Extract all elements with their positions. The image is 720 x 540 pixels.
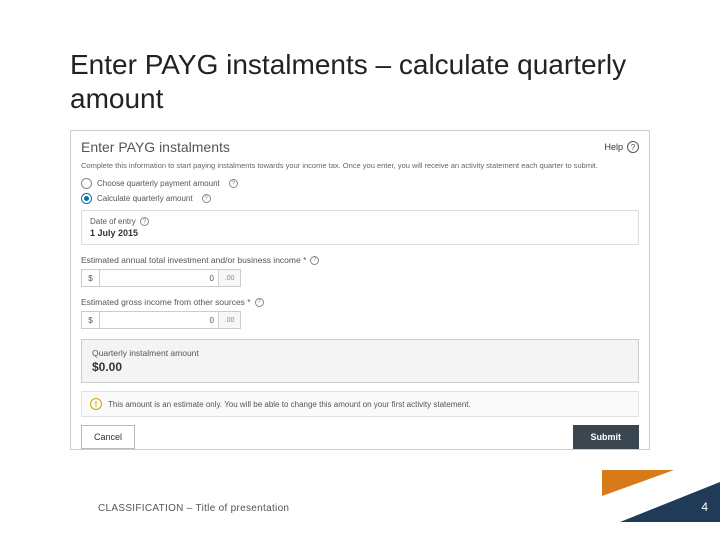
other-income-input[interactable] [99, 311, 219, 329]
help-link[interactable]: Help ? [604, 141, 639, 153]
date-of-entry-label: Date of entry ? [90, 217, 630, 226]
radio-calculate-amount[interactable]: Calculate quarterly amount ? [81, 193, 639, 204]
date-of-entry-block: Date of entry ? 1 July 2015 [81, 210, 639, 245]
radio-choose-amount[interactable]: Choose quarterly payment amount ? [81, 178, 639, 189]
slide-title: Enter PAYG instalments – calculate quart… [70, 48, 630, 115]
result-value: $0.00 [92, 360, 628, 374]
panel-title: Enter PAYG instalments [81, 139, 230, 155]
currency-symbol: $ [81, 269, 99, 287]
corner-decoration: 4 [600, 470, 720, 522]
currency-symbol: $ [81, 311, 99, 329]
note-text: This amount is an estimate only. You wil… [108, 400, 471, 409]
page-number: 4 [701, 500, 708, 514]
panel-footer: Cancel Submit [81, 425, 639, 449]
cancel-button[interactable]: Cancel [81, 425, 135, 449]
currency-cents: .00 [219, 269, 241, 287]
radio-label: Calculate quarterly amount [97, 194, 193, 203]
payg-panel: Enter PAYG instalments Help ? Complete t… [70, 130, 650, 450]
help-label: Help [604, 142, 623, 152]
help-icon[interactable]: ? [229, 179, 238, 188]
other-income-field: $ .00 [81, 311, 639, 329]
business-income-input[interactable] [99, 269, 219, 287]
intro-text: Complete this information to start payin… [81, 161, 639, 170]
help-icon[interactable]: ? [255, 298, 264, 307]
currency-cents: .00 [219, 311, 241, 329]
slide-footer: CLASSIFICATION – Title of presentation [98, 503, 289, 514]
result-label: Quarterly instalment amount [92, 348, 628, 358]
estimate-note: ! This amount is an estimate only. You w… [81, 391, 639, 417]
radio-label: Choose quarterly payment amount [97, 179, 220, 188]
submit-button[interactable]: Submit [573, 425, 640, 449]
help-icon[interactable]: ? [202, 194, 211, 203]
info-icon: ! [90, 398, 102, 410]
panel-header: Enter PAYG instalments Help ? [81, 139, 639, 155]
help-icon[interactable]: ? [310, 256, 319, 265]
radio-icon [81, 193, 92, 204]
business-income-label: Estimated annual total investment and/or… [81, 255, 639, 265]
business-income-field: $ .00 [81, 269, 639, 287]
slide: Enter PAYG instalments – calculate quart… [0, 0, 720, 540]
date-of-entry-value: 1 July 2015 [90, 228, 630, 238]
help-icon[interactable]: ? [140, 217, 149, 226]
help-icon: ? [627, 141, 639, 153]
quarterly-result-box: Quarterly instalment amount $0.00 [81, 339, 639, 383]
radio-icon [81, 178, 92, 189]
other-income-label: Estimated gross income from other source… [81, 297, 639, 307]
